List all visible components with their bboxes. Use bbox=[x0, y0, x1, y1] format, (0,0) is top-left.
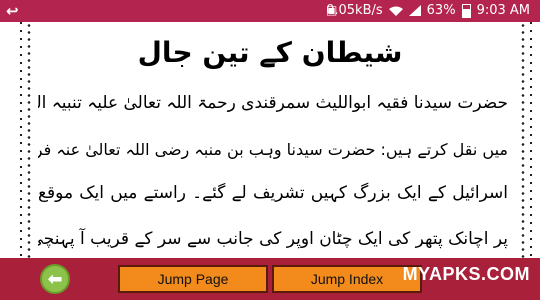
decorative-border-right bbox=[518, 22, 532, 258]
page-heading: شیطان کے تین جال bbox=[137, 36, 403, 69]
battery-icon bbox=[461, 3, 471, 18]
status-indicators: 0.05kB/s 63% 9:03 AM bbox=[326, 3, 530, 18]
decorative-border-left bbox=[20, 22, 34, 258]
back-arrow-icon[interactable]: ↩ bbox=[6, 2, 19, 20]
battery-percent: 63% bbox=[426, 3, 456, 18]
network-speed: 0.05kB/s bbox=[326, 3, 383, 18]
text-line: اسرائیل کے ایک بزرگ کہیں تشریف لے گئے۔ ر… bbox=[38, 183, 508, 203]
text-line: حضرت سیدنا فقیہ ابواللیث سمرقندی رحمۃ ال… bbox=[38, 93, 508, 113]
text-line: میں نقل کرتے ہیں: حضرت سیدنا وہب بن منبہ… bbox=[38, 140, 508, 159]
clock: 9:03 AM bbox=[476, 3, 530, 18]
text-line: پر اچانک پتھر کی ایک چٹان اوپر کی جانب س… bbox=[38, 229, 508, 249]
wifi-icon bbox=[388, 6, 403, 16]
jump-page-button[interactable]: Jump Page bbox=[118, 265, 268, 293]
watermark: MYAPKS.COM bbox=[402, 264, 530, 284]
bottom-toolbar: ⬅ Jump Page Jump Index MYAPKS.COM bbox=[0, 258, 540, 300]
jump-index-button[interactable]: Jump Index bbox=[272, 265, 422, 293]
back-button[interactable]: ⬅ bbox=[40, 264, 70, 294]
signal-icon bbox=[408, 5, 421, 16]
status-bar: ↩ ▣ 0.05kB/s 63% 9:03 AM bbox=[0, 0, 540, 22]
book-page[interactable]: شیطان کے تین جال حضرت سیدنا فقیہ ابواللی… bbox=[0, 22, 540, 258]
arrow-left-icon: ⬅ bbox=[47, 268, 63, 290]
